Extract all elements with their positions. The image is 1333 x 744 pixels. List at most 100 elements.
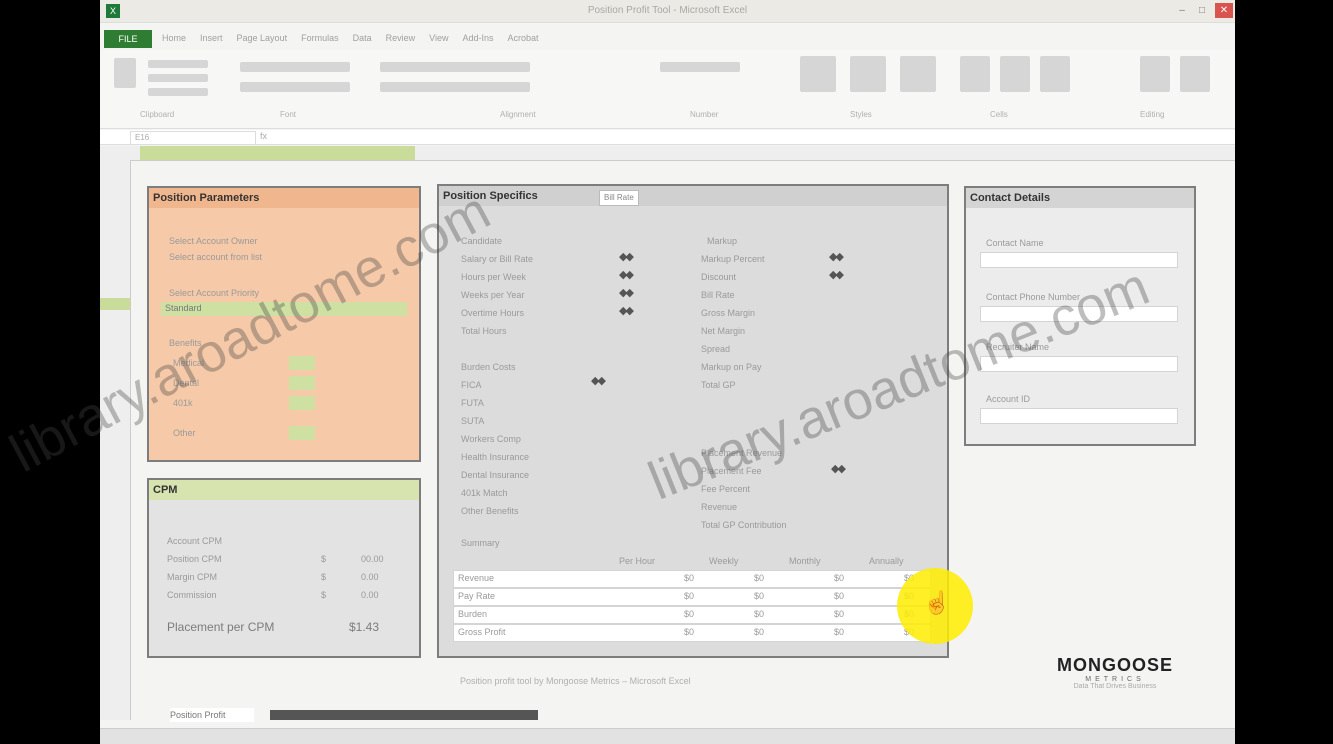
number-format-icon[interactable]: [660, 62, 740, 72]
table-cell: Revenue: [458, 573, 495, 583]
benefit-checkbox[interactable]: [289, 376, 315, 390]
fx-icon[interactable]: fx: [260, 131, 267, 141]
contact-field-label: Contact Name: [986, 238, 1044, 248]
table-header: Monthly: [789, 556, 821, 566]
format-painter-icon[interactable]: [148, 88, 208, 96]
spinner-arrows-icon[interactable]: ◆◆: [829, 250, 844, 263]
currency-symbol: $: [321, 572, 327, 582]
cpm-panel: CPM Account CPM Position CPM $ 00.00 Mar…: [147, 478, 421, 658]
conditional-format-icon[interactable]: [800, 56, 836, 92]
font-style-icon[interactable]: [240, 82, 350, 92]
account-owner-dropdown[interactable]: Select account from list: [169, 252, 262, 262]
tab-acrobat[interactable]: Acrobat: [508, 33, 539, 43]
logo-tagline: Data That Drives Business: [1073, 683, 1157, 690]
ribbon: Clipboard Font Alignment Number Styles C…: [100, 50, 1235, 129]
find-select-icon[interactable]: [1180, 56, 1210, 92]
table-cell: Gross Profit: [458, 627, 506, 637]
markup-row-label: Discount: [701, 272, 737, 282]
cpm-row-value: 0.00: [361, 572, 379, 582]
tab-view[interactable]: View: [429, 33, 448, 43]
candidate-row-label: Hours per Week: [461, 272, 526, 282]
copy-icon[interactable]: [148, 74, 208, 82]
insert-cells-icon[interactable]: [960, 56, 990, 92]
table-header: Annually: [869, 556, 904, 566]
placement-cpm-label: Placement per CPM: [167, 620, 275, 634]
contact-name-input[interactable]: [980, 252, 1178, 268]
name-box[interactable]: E16: [130, 131, 256, 145]
tab-formulas[interactable]: Formulas: [301, 33, 339, 43]
table-cell: $0: [684, 627, 695, 637]
benefit-checkbox[interactable]: [289, 356, 315, 370]
sheet-tab-position-profit[interactable]: Position Profit: [170, 708, 254, 722]
format-cells-icon[interactable]: [1040, 56, 1070, 92]
markup-row-label: Markup on Pay: [701, 362, 762, 372]
position-parameters-title: Position Parameters: [149, 188, 419, 208]
placement-row-label: Revenue: [701, 502, 738, 512]
formula-bar: E16 fx: [100, 130, 1235, 145]
spinner-arrows-icon[interactable]: ◆◆: [831, 462, 846, 475]
table-cell: $0: [754, 573, 765, 583]
column-headers: [100, 146, 1235, 161]
markup-row-label: Bill Rate: [701, 290, 735, 300]
table-cell: $0: [834, 627, 845, 637]
tab-add-ins[interactable]: Add-Ins: [462, 33, 493, 43]
table-row: Gross Profit $0 $0 $0 $0: [453, 624, 931, 642]
sort-filter-icon[interactable]: [1140, 56, 1170, 92]
close-button[interactable]: ✕: [1215, 3, 1233, 18]
maximize-button[interactable]: □: [1193, 3, 1211, 18]
minimize-button[interactable]: –: [1173, 3, 1191, 18]
burden-row-label: Workers Comp: [461, 434, 521, 444]
tab-file[interactable]: FILE: [104, 30, 152, 48]
cut-icon[interactable]: [148, 60, 208, 68]
tab-insert[interactable]: Insert: [200, 33, 223, 43]
sheet-tab-strip[interactable]: [270, 710, 538, 720]
paste-icon[interactable]: [114, 58, 136, 88]
format-table-icon[interactable]: [850, 56, 886, 92]
cpm-row-value: 0.00: [361, 590, 379, 600]
mongoose-logo: MONGOOSE METRICS Data That Drives Busine…: [1050, 655, 1180, 690]
account-priority-value: Standard: [165, 303, 202, 313]
account-priority-label: Select Account Priority: [169, 288, 260, 298]
contact-details-title: Contact Details: [966, 188, 1194, 208]
ribbon-tabs: FILE Home Insert Page Layout Formulas Da…: [100, 30, 1235, 48]
cpm-row-label: Commission: [167, 590, 217, 600]
burden-row-label: Health Insurance: [461, 452, 530, 462]
group-cells: Cells: [990, 110, 1008, 119]
footer-note: Position profit tool by Mongoose Metrics…: [460, 676, 691, 686]
bill-rate-tab[interactable]: Bill Rate: [599, 190, 639, 206]
spinner-arrows-icon[interactable]: ◆◆: [829, 268, 844, 281]
tab-home[interactable]: Home: [162, 33, 186, 43]
table-cell: Pay Rate: [458, 591, 496, 601]
currency-symbol: $: [321, 590, 327, 600]
currency-symbol: $: [321, 554, 327, 564]
wrap-text-icon[interactable]: [380, 82, 530, 92]
burden-row-label: 401k Match: [461, 488, 508, 498]
tab-data[interactable]: Data: [353, 33, 372, 43]
cell-styles-icon[interactable]: [900, 56, 936, 92]
markup-section-label: Markup: [707, 236, 738, 246]
group-styles: Styles: [850, 110, 872, 119]
cpm-row-label: Margin CPM: [167, 572, 218, 582]
summary-table-title: Summary: [461, 538, 500, 548]
benefit-checkbox[interactable]: [289, 426, 315, 440]
benefit-checkbox[interactable]: [289, 396, 315, 410]
spinner-arrows-icon[interactable]: ◆◆: [619, 268, 634, 281]
table-cell: $0: [684, 591, 695, 601]
tab-review[interactable]: Review: [386, 33, 416, 43]
account-id-input[interactable]: [980, 408, 1178, 424]
tab-page-layout[interactable]: Page Layout: [237, 33, 288, 43]
spinner-arrows-icon[interactable]: ◆◆: [619, 286, 634, 299]
spinner-arrows-icon[interactable]: ◆◆: [619, 250, 634, 263]
burden-row-label: FICA: [461, 380, 482, 390]
group-editing: Editing: [1140, 110, 1165, 119]
logo-name: MONGOOSE: [1056, 655, 1173, 675]
spinner-arrows-icon[interactable]: ◆◆: [619, 304, 634, 317]
group-clipboard: Clipboard: [140, 110, 175, 119]
align-icon[interactable]: [380, 62, 530, 72]
font-select-icon[interactable]: [240, 62, 350, 72]
spinner-arrows-icon[interactable]: ◆◆: [591, 374, 606, 387]
benefit-row-label: Other: [173, 428, 196, 438]
table-row: Burden $0 $0 $0 $0: [453, 606, 931, 624]
table-cell: Burden: [458, 609, 488, 619]
delete-cells-icon[interactable]: [1000, 56, 1030, 92]
